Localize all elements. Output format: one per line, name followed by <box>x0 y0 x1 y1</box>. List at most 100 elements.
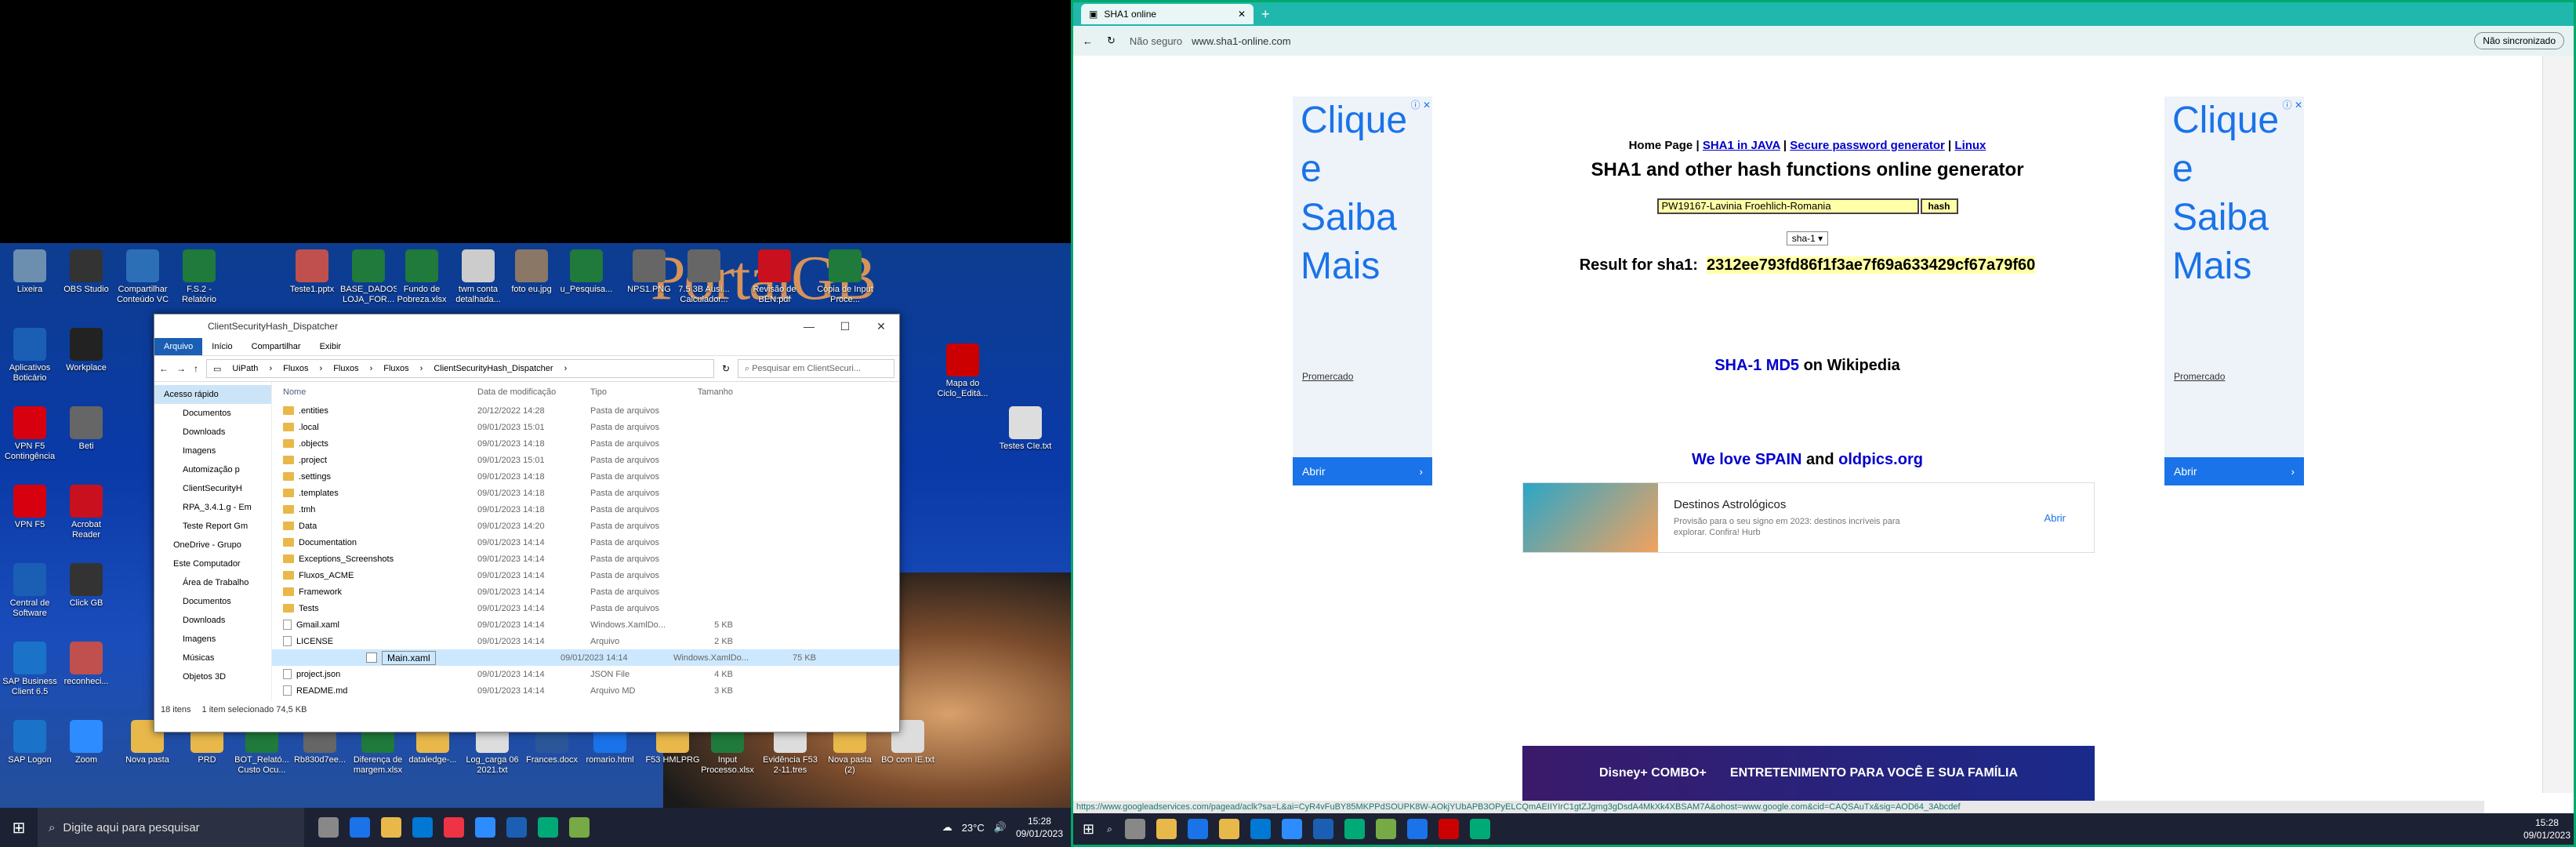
desktop-icon[interactable]: Lixeira <box>2 249 58 295</box>
nav-item[interactable]: Objetos 3D <box>154 667 271 686</box>
file-row[interactable]: Tests 09/01/2023 14:14 Pasta de arquivos <box>272 600 899 616</box>
taskbar-app-icon[interactable] <box>381 817 401 838</box>
taskbar-app-icon[interactable] <box>318 817 339 838</box>
nav-item[interactable]: Documentos <box>154 592 271 611</box>
taskbar-app-icon[interactable] <box>412 817 433 838</box>
desktop-icon[interactable]: Central de Software <box>2 563 58 619</box>
nav-item[interactable]: Downloads <box>154 611 271 630</box>
refresh-icon[interactable]: ↻ <box>1107 35 1116 47</box>
search-input[interactable]: ⌕ Pesquisar em ClientSecuri... <box>738 359 894 378</box>
nav-link[interactable]: SHA1 in JAVA <box>1703 139 1780 152</box>
minimize-icon[interactable]: — <box>791 320 827 333</box>
ribbon-tab[interactable]: Exibir <box>310 342 351 351</box>
desktop-icon[interactable]: VPN F5 Contingência <box>2 406 58 462</box>
file-row[interactable]: .local 09/01/2023 15:01 Pasta de arquivos <box>272 419 899 435</box>
desktop-icon[interactable]: foto eu.jpg <box>503 249 560 295</box>
md5-wiki-link[interactable]: MD5 <box>1766 357 1799 374</box>
spain-link[interactable]: We love SPAIN <box>1692 451 1801 468</box>
taskbar-app-icon[interactable] <box>569 817 590 838</box>
taskbar-app-icon[interactable] <box>444 817 464 838</box>
nav-item[interactable]: Acesso rápido <box>154 385 271 404</box>
column-header[interactable]: Nome <box>272 387 477 397</box>
breadcrumb-item[interactable]: ClientSecurityHash_Dispatcher <box>434 364 553 373</box>
breadcrumb-item[interactable]: Fluxos <box>333 364 358 373</box>
nav-link[interactable]: Secure password generator <box>1790 139 1945 152</box>
new-tab-icon[interactable]: + <box>1261 6 1270 23</box>
nav-item[interactable]: Automização p <box>154 460 271 479</box>
taskbar-app-icon[interactable] <box>1469 819 1490 839</box>
desktop-icon[interactable]: VPN F5 <box>2 485 58 530</box>
file-row[interactable]: Framework 09/01/2023 14:14 Pasta de arquiv… <box>272 583 899 600</box>
ribbon-tab[interactable]: Início <box>202 342 241 351</box>
back-icon[interactable]: ← <box>159 363 169 374</box>
column-header[interactable]: Tamanho <box>683 387 733 397</box>
nav-item[interactable]: Músicas <box>154 649 271 667</box>
taskbar-app-icon[interactable] <box>1406 819 1428 839</box>
desktop-icon[interactable]: Revisão de BEN.pdf <box>746 249 803 305</box>
desktop-icon[interactable]: SAP Business Client 6.5 <box>2 642 58 697</box>
search-icon[interactable]: ⌕ <box>1107 823 1112 835</box>
taskbar-app-icon[interactable] <box>1375 819 1396 839</box>
taskbar-app-icon[interactable] <box>475 817 495 838</box>
file-row[interactable]: .project 09/01/2023 15:01 Pasta de arquivo… <box>272 452 899 468</box>
hash-input[interactable]: PW19167-Lavinia Froehlich-Romania <box>1656 198 1919 214</box>
desktop-icon[interactable]: Aplicativos Boticário <box>2 328 58 384</box>
desktop-icon[interactable]: Click GB <box>58 563 114 609</box>
taskbar-app-icon[interactable] <box>350 817 370 838</box>
taskbar-app-icon[interactable] <box>1156 819 1177 839</box>
nav-item[interactable]: Imagens <box>154 442 271 460</box>
clock[interactable]: 15:28 09/01/2023 <box>2523 816 2574 842</box>
taskbar-app-icon[interactable] <box>506 817 527 838</box>
desktop-icon[interactable]: twm conta detalhada... <box>450 249 506 305</box>
volume-icon[interactable]: 🔊 <box>994 821 1007 834</box>
file-row[interactable]: Data 09/01/2023 14:20 Pasta de arquivos <box>272 518 899 534</box>
windows-start-icon[interactable]: ⊞ <box>1083 821 1094 838</box>
ribbon-tab[interactable]: Arquivo <box>154 338 203 355</box>
nav-item[interactable]: Área de Trabalho <box>154 573 271 592</box>
desktop-icon[interactable]: Cópia de Input Proce... <box>817 249 873 305</box>
refresh-icon[interactable]: ↻ <box>722 363 730 374</box>
taskbar-app-icon[interactable] <box>1250 819 1271 839</box>
nav-item[interactable]: Este Computador <box>154 554 271 573</box>
file-row[interactable]: README.md 09/01/2023 14:14 Arquivo MD 3 KB <box>272 682 899 699</box>
address-bar[interactable]: ▭ UiPath › Fluxos › Fluxos › Fluxos › ClientSecur… <box>206 359 714 378</box>
banner-open-button[interactable]: Abrir <box>2044 512 2094 524</box>
breadcrumb-item[interactable]: Fluxos <box>283 364 308 373</box>
desktop-icon[interactable]: Fundo de Pobreza.xlsx <box>394 249 450 305</box>
taskbar-app-icon[interactable] <box>1218 819 1239 839</box>
desktop-icon[interactable]: Compartilhar Conteúdo VC <box>114 249 171 305</box>
desktop-icon[interactable]: SAP Logon <box>2 720 58 765</box>
file-row[interactable]: Gmail.xaml 09/01/2023 14:14 Windows.XamlDo… <box>272 616 899 633</box>
taskbar-app-icon[interactable] <box>1187 819 1208 839</box>
nav-item[interactable]: Imagens <box>154 630 271 649</box>
hash-button[interactable]: hash <box>1920 198 1958 214</box>
not-secure-label[interactable]: Não seguro <box>1130 35 1182 47</box>
breadcrumb-item[interactable]: UiPath <box>232 364 258 373</box>
file-row[interactable]: Fluxos_ACME 09/01/2023 14:14 Pasta de arqu… <box>272 567 899 583</box>
desktop-icon[interactable]: NPS1.PNG <box>621 249 677 295</box>
ad-info-icon[interactable]: ⓘ ✕ <box>2283 98 2302 111</box>
taskbar-app-icon[interactable] <box>538 817 558 838</box>
sync-button[interactable]: Não sincronizado <box>2474 32 2564 49</box>
windows-start-icon[interactable]: ⊞ <box>0 818 38 838</box>
clock[interactable]: 15:28 09/01/2023 <box>1016 815 1063 840</box>
nav-item[interactable]: RPA_3.4.1.g - Em <box>154 498 271 517</box>
file-row[interactable]: project.json 09/01/2023 14:14 JSON File 4 K… <box>272 666 899 682</box>
desktop-icon[interactable]: Beti <box>58 406 114 452</box>
desktop-icon[interactable]: Workplace <box>58 328 114 373</box>
bottom-ad[interactable]: Disney+ COMBO+ ENTRETENIMENTO PARA VOCÊ … <box>1522 746 2095 801</box>
breadcrumb-item[interactable]: Fluxos <box>383 364 408 373</box>
file-explorer-window[interactable]: ClientSecurityHash_Dispatcher — ☐ ✕ Arqu… <box>154 314 900 732</box>
desktop-icon[interactable]: u_Pesquisa... <box>558 249 615 295</box>
taskbar-app-icon[interactable] <box>1124 819 1145 839</box>
right-side-ad[interactable]: ⓘ ✕ Clique e Saiba Mais Promercado Abrir › <box>2164 96 2304 485</box>
up-icon[interactable]: ↑ <box>194 363 198 374</box>
home-page-label[interactable]: Home Page <box>1629 139 1693 152</box>
address-bar[interactable]: Não seguro www.sha1-online.com <box>1130 30 2227 52</box>
desktop-icon[interactable]: Teste1.pptx <box>284 249 340 295</box>
ribbon-tab[interactable]: Compartilhar <box>242 342 310 351</box>
nav-item[interactable]: OneDrive - Grupo <box>154 536 271 554</box>
column-header[interactable]: Tipo <box>590 387 683 397</box>
taskbar-search[interactable]: ⌕ Digite aqui para pesquisar <box>38 808 304 847</box>
nav-item[interactable]: Downloads <box>154 423 271 442</box>
